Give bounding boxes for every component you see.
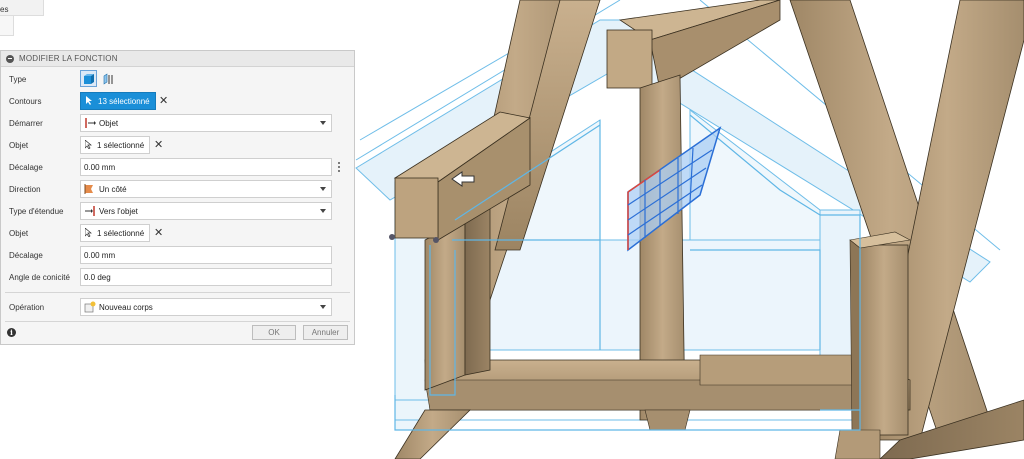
type-etendue-value: Vers l'objet xyxy=(99,206,138,216)
row-contours: Contours 13 sélectionné ✕ xyxy=(1,90,354,112)
objet-label: Objet xyxy=(9,140,29,150)
clear-objet-icon[interactable]: ✕ xyxy=(154,226,163,240)
new-body-icon xyxy=(84,301,96,313)
contours-label: Contours xyxy=(9,96,42,106)
chevron-down-icon xyxy=(320,305,326,309)
demarrer-value: Objet xyxy=(99,118,119,128)
start-from-object-icon xyxy=(84,117,96,129)
extrude-solid-icon[interactable] xyxy=(80,70,97,87)
row-objet-1: Objet 1 sélectionné ✕ xyxy=(1,134,354,156)
row-decalage-2: Décalage 0.00 mm xyxy=(1,244,354,266)
row-type-etendue: Type d'étendue Vers l'objet xyxy=(1,200,354,222)
decalage-input[interactable]: 0.00 mm xyxy=(80,158,332,176)
objet-value: 1 sélectionné xyxy=(97,228,145,238)
right-post xyxy=(859,244,909,436)
row-direction: Direction Un côté xyxy=(1,178,354,200)
row-decalage-1: Décalage 0.00 mm xyxy=(1,156,354,178)
clear-contours-icon[interactable]: ✕ xyxy=(159,94,168,108)
panel-footer: i OK Annuler xyxy=(1,322,354,344)
edit-feature-panel: MODIFIER LA FONCTION Type Contours 13 sé… xyxy=(0,50,355,345)
grip-point xyxy=(389,234,395,240)
contours-value: 13 sélectionné xyxy=(98,96,150,106)
decalage-value: 0.00 mm xyxy=(84,250,116,260)
objet-selection-button[interactable]: 1 sélectionné xyxy=(80,136,151,154)
top-toolbar-stub: es xyxy=(0,0,44,16)
grip-point xyxy=(433,237,439,243)
type-etendue-dropdown[interactable]: Vers l'objet xyxy=(80,202,332,220)
operation-value: Nouveau corps xyxy=(99,302,153,312)
decalage-value: 0.00 mm xyxy=(84,162,116,172)
demarrer-dropdown[interactable]: Objet xyxy=(80,114,332,132)
decalage-label: Décalage xyxy=(9,162,43,172)
cancel-button[interactable]: Annuler xyxy=(303,325,348,340)
angle-conicite-input[interactable]: 0.0 deg xyxy=(80,268,332,286)
direction-dropdown[interactable]: Un côté xyxy=(80,180,332,198)
left-post xyxy=(424,219,466,391)
angle-conicite-value: 0.0 deg xyxy=(84,272,111,282)
row-type: Type xyxy=(1,68,354,90)
cursor-icon xyxy=(86,95,93,107)
chevron-down-icon xyxy=(320,209,326,213)
type-label: Type xyxy=(9,74,27,84)
ridge-beam-end xyxy=(606,29,653,89)
toolbar-stub-box xyxy=(0,16,14,36)
chevron-down-icon xyxy=(320,121,326,125)
row-demarrer: Démarrer Objet xyxy=(1,112,354,134)
objet-selection-button[interactable]: 1 sélectionné xyxy=(80,224,151,242)
clear-objet-icon[interactable]: ✕ xyxy=(154,138,163,152)
operation-dropdown[interactable]: Nouveau corps xyxy=(80,298,332,316)
ok-button[interactable]: OK xyxy=(252,325,296,340)
row-objet-2: Objet 1 sélectionné ✕ xyxy=(1,222,354,244)
demarrer-label: Démarrer xyxy=(9,118,43,128)
cursor-icon xyxy=(84,138,92,151)
collapse-icon[interactable] xyxy=(6,54,14,63)
direction-value: Un côté xyxy=(99,184,127,194)
one-side-icon xyxy=(84,183,96,195)
row-operation: Opération Nouveau corps xyxy=(1,296,354,318)
cursor-icon xyxy=(84,226,92,239)
panel-title: MODIFIER LA FONCTION xyxy=(19,54,118,63)
operation-label: Opération xyxy=(9,302,45,312)
decalage-label: Décalage xyxy=(9,250,43,260)
decalage-input[interactable]: 0.00 mm xyxy=(80,246,332,264)
type-etendue-label: Type d'étendue xyxy=(9,206,64,216)
angle-conicite-label: Angle de conicité xyxy=(9,272,70,282)
divider xyxy=(5,292,350,293)
info-icon[interactable]: i xyxy=(7,328,16,337)
direction-label: Direction xyxy=(9,184,41,194)
panel-header[interactable]: MODIFIER LA FONCTION xyxy=(1,51,354,67)
objet-label: Objet xyxy=(9,228,29,238)
toolbar-stub-label: es xyxy=(0,5,9,14)
left-beam-end xyxy=(394,177,439,239)
contours-selection-button[interactable]: 13 sélectionné xyxy=(80,92,156,110)
to-object-icon xyxy=(84,205,96,217)
more-options-icon[interactable] xyxy=(338,162,341,173)
extrude-surface-icon[interactable] xyxy=(100,70,117,87)
chevron-down-icon xyxy=(320,187,326,191)
row-angle-conicite: Angle de conicité 0.0 deg xyxy=(1,266,354,288)
objet-value: 1 sélectionné xyxy=(97,140,145,150)
